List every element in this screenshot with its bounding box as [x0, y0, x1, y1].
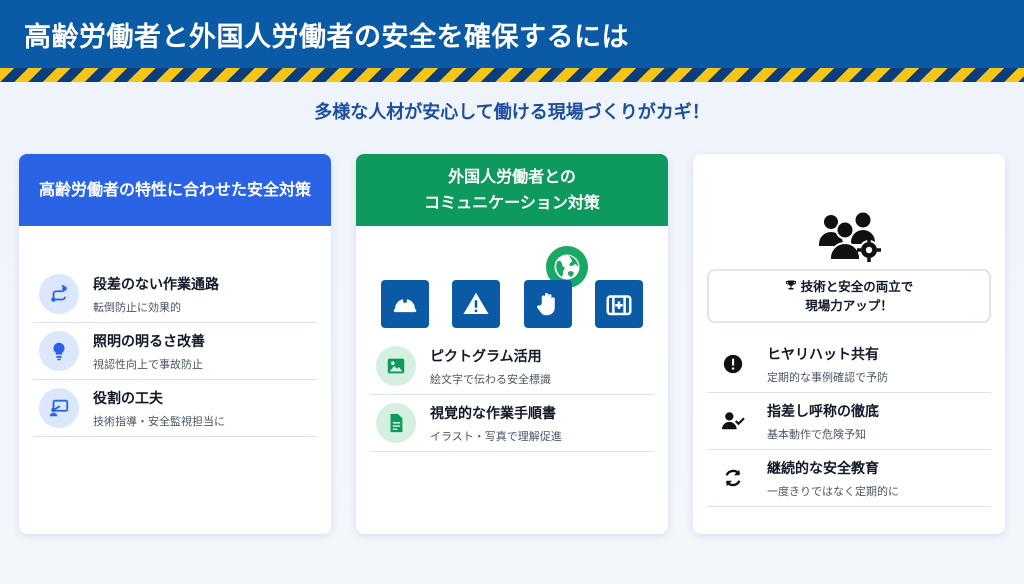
list-item: 視覚的な作業手順書 イラスト・写真で理解促進 [370, 395, 654, 452]
item-desc: 基本動作で危険予知 [767, 427, 866, 441]
pictogram-row [381, 280, 643, 328]
foreign-communication-card: 外国人労働者との コミュニケーション対策 ピクトグラム活用 絵文字で伝わる安全標… [356, 154, 668, 534]
route-icon [39, 274, 79, 314]
communication-measures-list: ピクトグラム活用 絵文字で伝わる安全標識 視覚的な作業手順書 イラスト・写真で理… [370, 338, 654, 452]
image-icon [376, 346, 416, 386]
callout-line1: 技術と安全の両立で [800, 278, 914, 294]
training-points-list: ヒヤリハット共有 定期的な事例確認で予防 指差し呼称の徹底 基本動作で危険予知 … [707, 336, 991, 507]
item-desc: イラスト・写真で理解促進 [430, 429, 562, 443]
card-title: 教育訓練の工夫とポイント [693, 154, 1005, 198]
people-gear-icon [817, 210, 881, 262]
list-item: 段差のない作業通路 転倒防止に効果的 [33, 266, 317, 323]
item-title: 役割の工夫 [93, 390, 163, 407]
item-desc: 定期的な事例確認で予防 [767, 370, 888, 384]
item-title: 視覚的な作業手順書 [430, 405, 556, 422]
warning-icon [452, 280, 500, 328]
caution-stripe [0, 68, 1024, 82]
hard-hat-icon [381, 280, 429, 328]
hand-stop-icon [524, 280, 572, 328]
card-title: 高齢労働者の特性に合わせた安全対策 [19, 154, 331, 226]
item-title: 照明の明るさ改善 [93, 333, 205, 350]
presentation-icon [39, 388, 79, 428]
list-item: 照明の明るさ改善 視認性向上で事故防止 [33, 323, 317, 380]
elderly-measures-list: 段差のない作業通路 転倒防止に効果的 照明の明るさ改善 視認性向上で事故防止 役… [33, 266, 317, 437]
list-item: 継続的な安全教育 一度きりではなく定期的に [707, 450, 991, 507]
item-title: 段差のない作業通路 [93, 276, 219, 293]
card-title-line1: 外国人労働者との [448, 167, 576, 187]
callout-box: 技術と安全の両立で 現場力アップ！ [707, 269, 991, 323]
item-title: 指差し呼称の徹底 [767, 403, 879, 420]
list-item: 指差し呼称の徹底 基本動作で危険予知 [707, 393, 991, 450]
user-check-icon [713, 401, 753, 441]
page-title: 高齢労働者と外国人労働者の安全を確保するには [24, 21, 629, 53]
subtitle: 多様な人材が安心して働ける現場づくりがカギ！ [314, 102, 710, 123]
exclamation-icon [713, 344, 753, 384]
card-title: 外国人労働者との コミュニケーション対策 [356, 154, 668, 226]
training-card: 教育訓練の工夫とポイント 技術と安全の両立で 現場力アップ！ ヒヤリハット共有 … [693, 154, 1005, 534]
document-icon [376, 403, 416, 443]
item-title: ピクトグラム活用 [430, 348, 542, 365]
item-title: 継続的な安全教育 [767, 460, 879, 477]
trophy-icon [785, 277, 797, 296]
item-desc: 転倒防止に効果的 [93, 300, 181, 314]
elderly-safety-card: 高齢労働者の特性に合わせた安全対策 段差のない作業通路 転倒防止に効果的 照明の… [19, 154, 331, 534]
refresh-icon [713, 458, 753, 498]
first-aid-icon [595, 280, 643, 328]
item-desc: 絵文字で伝わる安全標識 [430, 372, 551, 386]
list-item: 役割の工夫 技術指導・安全監視担当に [33, 380, 317, 437]
header-bar: 高齢労働者と外国人労働者の安全を確保するには [0, 0, 1024, 68]
item-desc: 一度きりではなく定期的に [767, 484, 899, 498]
item-title: ヒヤリハット共有 [767, 346, 879, 363]
list-item: ピクトグラム活用 絵文字で伝わる安全標識 [370, 338, 654, 395]
card-title-line2: コミュニケーション対策 [424, 193, 600, 212]
list-item: ヒヤリハット共有 定期的な事例確認で予防 [707, 336, 991, 393]
item-desc: 技術指導・安全監視担当に [93, 414, 225, 428]
lightbulb-icon [39, 331, 79, 371]
callout-line2: 現場力アップ！ [805, 298, 893, 313]
item-desc: 視認性向上で事故防止 [93, 357, 203, 371]
